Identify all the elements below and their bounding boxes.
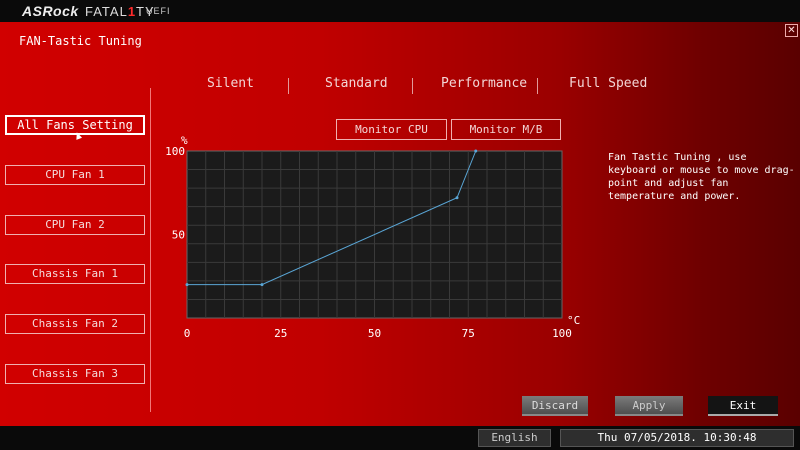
language-button[interactable]: English — [478, 429, 551, 447]
x-tick-label: 50 — [368, 327, 381, 340]
fan-curve-point — [474, 149, 478, 153]
fan-curve-point — [260, 283, 264, 287]
y-axis-unit: % — [181, 134, 188, 147]
main-panel: ✕ FAN-Tastic Tuning All Fans Setting CPU… — [0, 22, 800, 426]
fatal1ty-logo: FATAL1TY — [85, 4, 155, 19]
x-tick-label: 100 — [552, 327, 572, 340]
discard-button[interactable]: Discard — [522, 396, 588, 416]
fan-curve-chart[interactable]: 0 25 50 75 10050100 °C % — [0, 22, 800, 426]
top-bar: ASRock FATAL1TY UEFI — [0, 0, 800, 22]
fan-curve-point — [185, 283, 189, 287]
status-bar: English Thu 07/05/2018. 10:30:48 — [0, 426, 800, 450]
brand-logo: ASRock — [22, 3, 79, 19]
datetime-display: Thu 07/05/2018. 10:30:48 — [560, 429, 794, 447]
y-tick-label: 50 — [172, 229, 185, 242]
apply-button[interactable]: Apply — [615, 396, 683, 416]
exit-button[interactable]: Exit — [708, 396, 778, 416]
x-tick-label: 75 — [462, 327, 475, 340]
x-axis-unit: °C — [567, 314, 580, 327]
x-tick-label: 0 — [184, 327, 191, 340]
x-tick-label: 25 — [274, 327, 287, 340]
fan-curve-point — [455, 196, 459, 200]
uefi-label: UEFI — [146, 6, 171, 16]
